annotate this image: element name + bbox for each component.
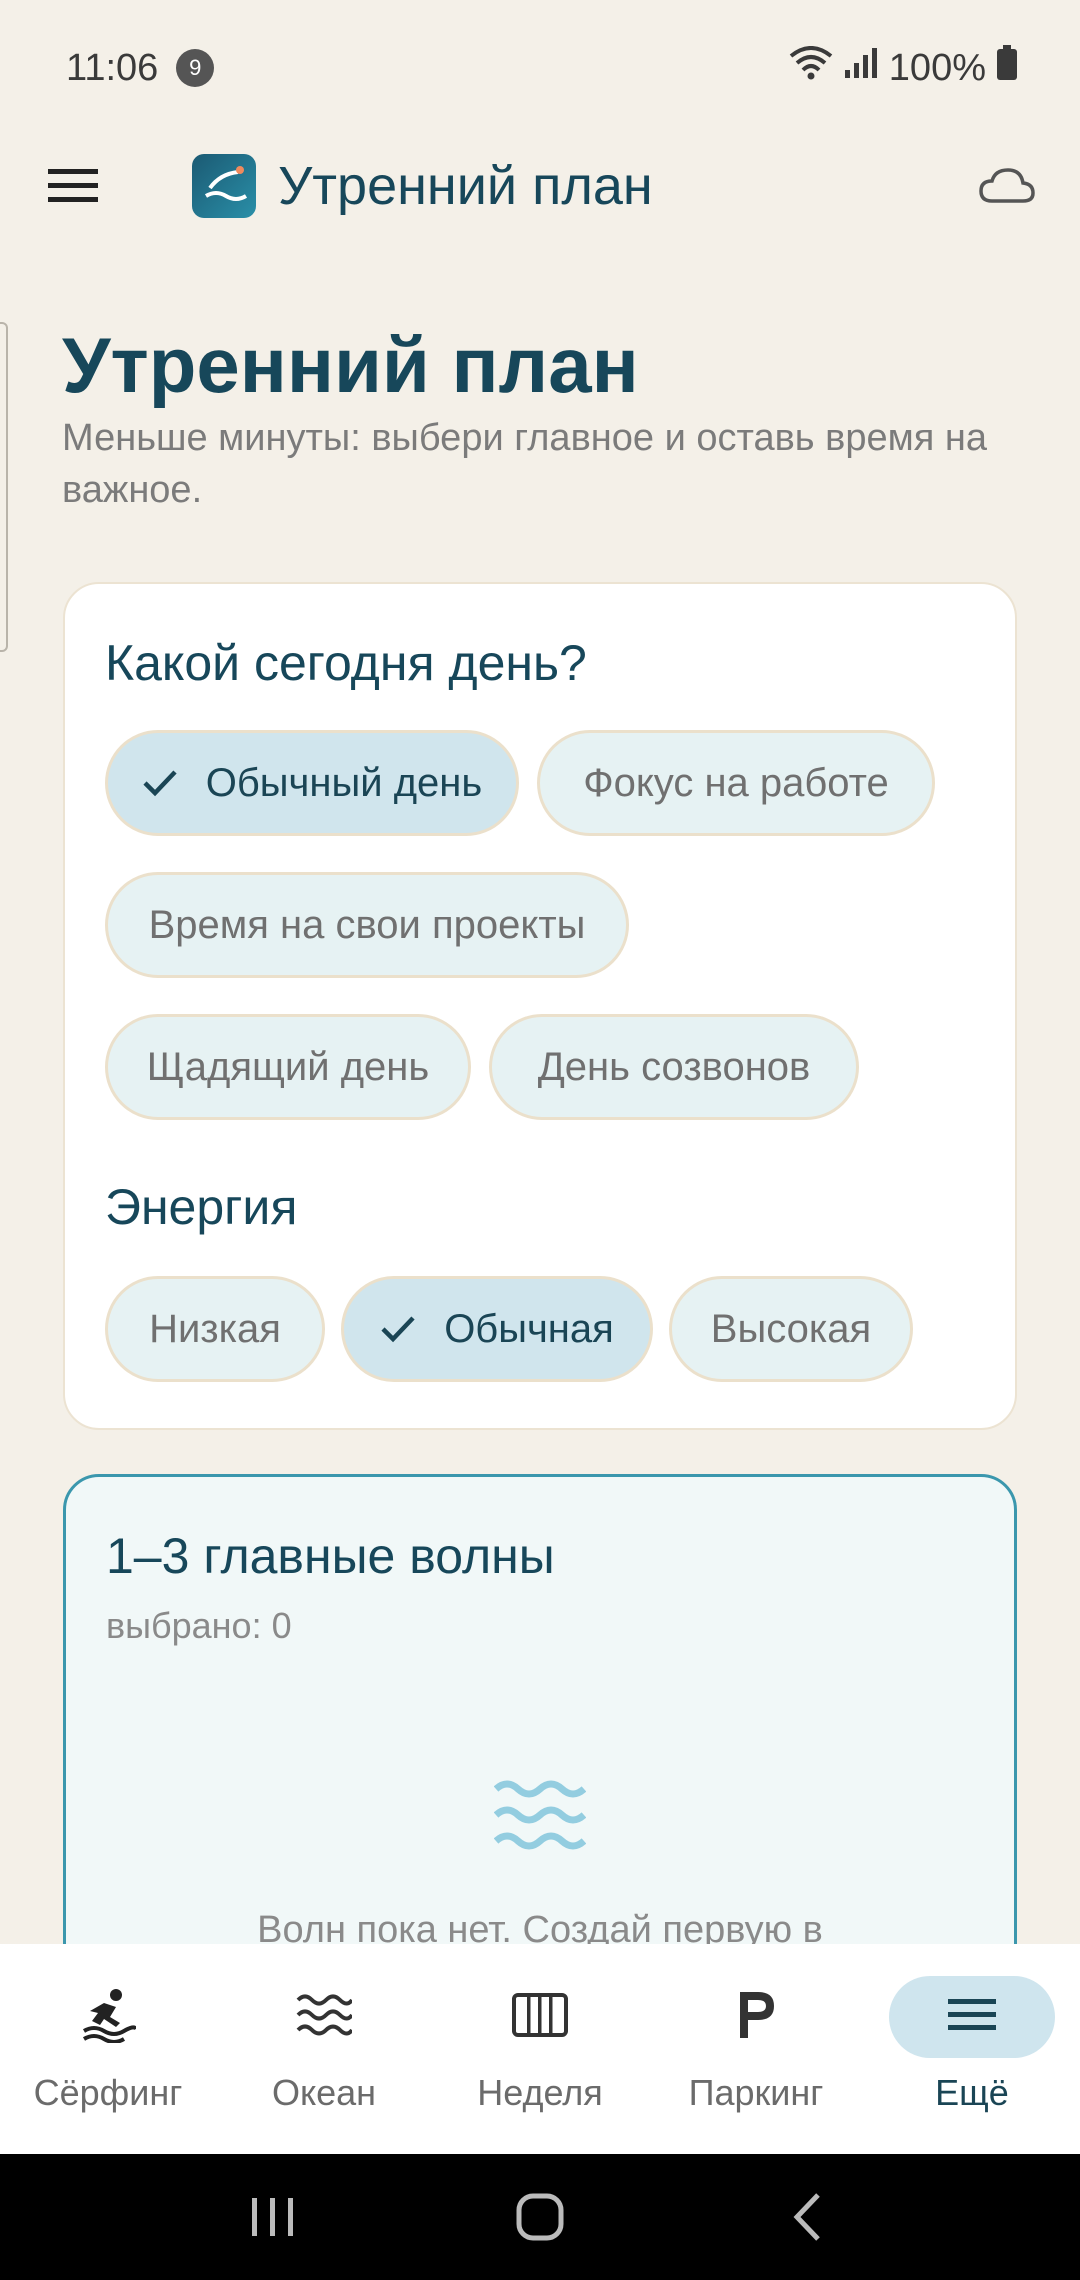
status-time: 11:06 [66,46,159,89]
chip-day-calls[interactable]: День созвонов [489,1014,859,1120]
chip-energy-high[interactable]: Высокая [669,1276,913,1382]
nav-label: Ещё [935,2072,1009,2113]
chip-day-gentle[interactable]: Щадящий день [105,1014,471,1120]
drawer-edge-handle[interactable] [0,322,8,652]
waves-icon [296,1992,354,2043]
day-settings-card: Какой сегодня день? Обычный день Фокус н… [63,582,1017,1430]
bottom-nav: Сёрфинг Океан Неделя Паркинг Ещё [0,1944,1080,2154]
chip-label: Щадящий день [146,1044,430,1089]
app-title: Утренний план [278,156,653,216]
check-icon [380,1315,416,1343]
nav-label: Сёрфинг [33,2072,183,2113]
week-columns-icon [512,1992,568,2042]
nav-label: Океан [271,2072,377,2113]
chip-label: Низкая [149,1306,281,1351]
surfer-icon [80,1987,138,2048]
waves-icon [493,1777,587,1858]
nav-icon-holder [673,1976,839,2058]
nav-icon-holder [241,1976,407,2058]
waves-selected-count: выбрано: 0 [106,1605,292,1646]
app-logo [192,154,256,218]
nav-label: Паркинг [688,2072,824,2113]
nav-ocean[interactable]: Океан [216,1944,432,2154]
energy-heading: Энергия [105,1179,298,1235]
page-subtitle: Меньше минуты: выбери главное и оставь в… [62,417,987,511]
nav-icon-holder [889,1976,1055,2058]
chip-label: Обычный день [205,760,483,805]
chip-day-normal[interactable]: Обычный день [105,730,519,836]
recent-apps-icon[interactable] [228,2172,318,2262]
home-icon[interactable] [495,2172,585,2262]
chip-day-own-projects[interactable]: Время на свои проекты [105,872,629,978]
parking-icon [736,1990,776,2045]
status-right: 100% [789,45,1018,91]
chip-label: Высокая [710,1306,872,1351]
system-nav-bar [0,2154,1080,2280]
chip-day-work-focus[interactable]: Фокус на работе [537,730,935,836]
cloud-icon[interactable] [970,149,1044,223]
menu-icon [948,1998,996,2037]
day-type-heading: Какой сегодня день? [105,635,587,691]
nav-surfing[interactable]: Сёрфинг [0,1944,216,2154]
back-icon[interactable] [762,2172,852,2262]
chip-label: День созвонов [537,1044,811,1089]
nav-label: Неделя [477,2072,603,2113]
nav-icon-holder [25,1976,191,2058]
signal-icon [843,46,879,90]
status-left: 11:06 9 [66,46,215,90]
nav-parking[interactable]: Паркинг [648,1944,864,2154]
notification-badge: 9 [176,49,215,87]
battery-percent: 100% [888,46,986,89]
menu-icon[interactable] [36,149,110,223]
battery-icon [996,45,1018,91]
chip-label: Фокус на работе [583,760,889,805]
wifi-icon [789,46,833,90]
waves-title: 1–3 главные волны [106,1528,555,1584]
check-icon [142,769,178,797]
status-bar: 11:06 9 100% [0,0,1080,136]
nav-more[interactable]: Ещё [864,1944,1080,2154]
chip-energy-normal[interactable]: Обычная [341,1276,653,1382]
page-title: Утренний план [62,321,639,409]
nav-icon-holder [457,1976,623,2058]
chip-energy-low[interactable]: Низкая [105,1276,325,1382]
app-bar: Утренний план [0,136,1080,236]
nav-week[interactable]: Неделя [432,1944,648,2154]
chip-label: Время на свои проекты [148,902,586,947]
chip-label: Обычная [444,1306,614,1351]
